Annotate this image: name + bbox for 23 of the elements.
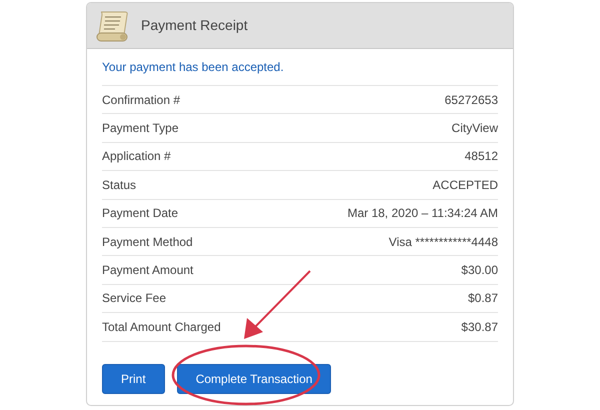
field-value: $30.87 xyxy=(461,318,498,336)
field-value: $0.87 xyxy=(468,290,498,308)
annotation-arrow xyxy=(244,270,311,339)
field-label: Payment Type xyxy=(102,120,178,138)
print-button[interactable]: Print xyxy=(102,364,165,394)
success-message: Your payment has been accepted. xyxy=(102,59,285,76)
field-value: $30.00 xyxy=(461,262,498,280)
field-label: Payment Method xyxy=(102,234,193,251)
field-value: ACCEPTED xyxy=(432,176,498,194)
field-value: Mar 18, 2020 – 11:34:24 AM xyxy=(347,205,498,222)
field-label: Application # xyxy=(102,148,171,166)
field-label: Payment Date xyxy=(102,205,178,222)
card-title: Payment Receipt xyxy=(141,16,248,35)
field-value: 65272653 xyxy=(444,92,498,109)
field-value: Visa ************4448 xyxy=(388,234,498,251)
field-value: 48512 xyxy=(464,148,498,166)
field-label: Service Fee xyxy=(102,290,166,308)
complete-transaction-button[interactable]: Complete Transaction xyxy=(176,364,332,394)
field-label: Confirmation # xyxy=(102,92,180,109)
field-value: CityView xyxy=(452,120,498,138)
field-label: Total Amount Charged xyxy=(102,318,221,336)
field-label: Payment Amount xyxy=(102,262,194,280)
field-label: Status xyxy=(102,176,136,194)
